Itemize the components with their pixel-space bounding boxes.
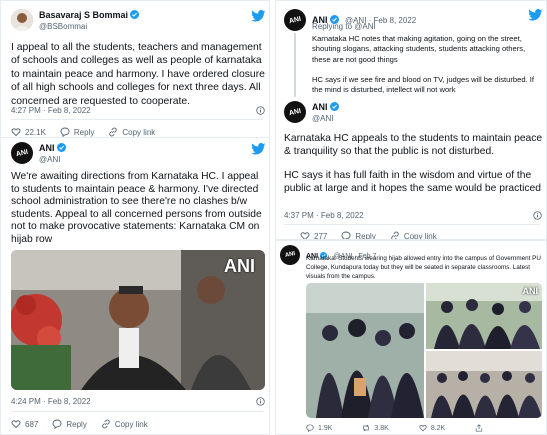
parent-tweet-text-1: Karnataka HC notes that making agitation… xyxy=(312,34,526,64)
tweet-card-ani-hc-thread: ANI ANI @ANI · Feb 8, 2022 Replying to @… xyxy=(275,0,547,240)
author-handle[interactable]: @ANI xyxy=(39,155,66,164)
like-count: 277 xyxy=(314,231,328,240)
retweet-icon xyxy=(363,424,370,432)
copy-link-button[interactable]: Copy link xyxy=(390,231,437,240)
share-button[interactable] xyxy=(475,424,487,432)
tweet-card-ani-hijab-visuals: ANI ANI @ANI · Feb 7 Karnataka: Students… xyxy=(275,240,547,435)
reply-button[interactable]: Reply xyxy=(60,127,94,137)
avatar[interactable] xyxy=(11,9,33,31)
author-name[interactable]: ANI xyxy=(312,102,339,112)
divider xyxy=(11,411,263,412)
verified-badge-icon xyxy=(130,10,140,19)
verified-badge-icon xyxy=(56,143,66,152)
parent-tweet-text-2: HC says if we see fire and blood on TV, … xyxy=(312,75,535,95)
photo-top-right[interactable]: ANI xyxy=(426,283,542,349)
students-photo-3 xyxy=(426,351,542,418)
tweet-timestamp[interactable]: 4:27 PM · Feb 8, 2022 xyxy=(11,106,91,115)
photo-bottom-right[interactable] xyxy=(426,351,542,418)
reply-button[interactable]: 1.9K xyxy=(306,424,332,432)
share-icon xyxy=(476,424,483,432)
tweet-actions: 277 Reply Copy link xyxy=(300,231,451,240)
copy-link-label: Copy link xyxy=(122,127,156,137)
reply-button[interactable]: Reply xyxy=(341,231,376,240)
like-button[interactable]: 277 xyxy=(300,231,328,240)
copy-link-button[interactable]: Copy link xyxy=(108,127,155,137)
verified-badge-icon xyxy=(329,102,339,111)
heart-icon xyxy=(300,232,310,239)
heart-icon xyxy=(11,420,21,429)
reply-icon xyxy=(52,419,62,429)
tweet-timestamp[interactable]: 4:37 PM · Feb 8, 2022 xyxy=(284,211,364,220)
reply-count: 1.9K xyxy=(318,424,333,432)
reply-button[interactable]: Reply xyxy=(52,419,87,429)
twitter-logo-icon[interactable] xyxy=(528,9,543,21)
tweet-card-bommai: Basavaraj S Bommai @BSBommai I appeal to… xyxy=(0,0,270,140)
avatar-logo-text: ANI xyxy=(284,250,296,260)
divider xyxy=(11,119,263,120)
divider xyxy=(284,224,540,225)
tweet-video-thumbnail[interactable]: ANI xyxy=(11,250,265,390)
info-icon[interactable] xyxy=(533,211,542,220)
avatar[interactable]: ANI xyxy=(280,245,300,265)
avatar-logo-text: ANI xyxy=(15,148,29,158)
tweet-text: I appeal to all the students, teachers a… xyxy=(11,42,265,107)
copy-link-label: Copy link xyxy=(403,231,437,240)
ani-watermark: ANI xyxy=(224,256,255,276)
tweet-actions: 687 Reply Copy link xyxy=(11,419,162,429)
person-photo-icon xyxy=(11,9,33,31)
tweet-actions: 22.1K Reply Copy link xyxy=(11,127,169,137)
twitter-logo-icon[interactable] xyxy=(251,143,266,155)
tweet-photo-grid[interactable]: ANI xyxy=(306,283,542,418)
avatar-logo-text: ANI xyxy=(288,107,302,117)
reply-icon xyxy=(60,127,70,137)
info-icon[interactable] xyxy=(256,106,265,115)
author-name[interactable]: ANI xyxy=(39,143,66,153)
avatar[interactable]: ANI xyxy=(284,9,306,31)
author-handle[interactable]: @ANI xyxy=(312,114,339,123)
avatar-logo-text: ANI xyxy=(288,15,302,25)
tweet-text: We're awaiting directions from Karnataka… xyxy=(11,171,262,245)
reply-icon xyxy=(341,231,351,239)
tweet-text-2: HC says it has full faith in the wisdom … xyxy=(284,170,542,194)
heart-icon xyxy=(11,128,21,137)
copy-link-label: Copy link xyxy=(114,419,148,429)
replying-to[interactable]: Replying to @ANI xyxy=(312,22,376,31)
like-button[interactable]: 22.1K xyxy=(11,127,46,137)
reply-icon xyxy=(306,424,314,432)
info-icon[interactable] xyxy=(256,397,265,406)
link-icon xyxy=(391,231,399,239)
author-name[interactable]: Basavaraj S Bommai xyxy=(39,10,140,20)
like-count: 22.1K xyxy=(25,127,46,137)
reply-label: Reply xyxy=(73,127,95,137)
avatar[interactable]: ANI xyxy=(11,142,33,164)
like-button[interactable]: 687 xyxy=(11,419,38,429)
heart-icon xyxy=(419,425,427,432)
reply-label: Reply xyxy=(355,231,376,240)
link-icon xyxy=(109,127,118,137)
tweet-text: Karnataka: Students wearing hijab allowe… xyxy=(306,255,541,280)
like-count: 8.2K xyxy=(430,424,446,432)
reply-label: Reply xyxy=(66,419,87,429)
tweet-actions: 1.9K 3.8K 8.2K xyxy=(306,424,501,432)
retweet-button[interactable]: 3.8K xyxy=(362,424,389,432)
tweet-text-1: Karnataka HC appeals to the students to … xyxy=(284,133,543,157)
copy-link-button[interactable]: Copy link xyxy=(101,419,148,429)
author-handle[interactable]: @BSBommai xyxy=(39,22,139,31)
photo-left[interactable] xyxy=(306,283,424,418)
twitter-logo-icon[interactable] xyxy=(251,10,266,22)
like-count: 687 xyxy=(25,419,39,429)
tweet-card-ani-cm: ANI ANI @ANI We're awaiting directions f… xyxy=(0,137,270,435)
retweet-count: 3.8K xyxy=(374,424,389,432)
ani-watermark: ANI xyxy=(522,286,539,296)
link-icon xyxy=(102,419,110,429)
tweet-timestamp[interactable]: 4:24 PM · Feb 8, 2022 xyxy=(11,397,91,406)
like-button[interactable]: 8.2K xyxy=(419,424,445,432)
thread-connector-line xyxy=(294,33,296,97)
avatar[interactable]: ANI xyxy=(284,101,306,123)
students-photo-1 xyxy=(306,283,424,418)
